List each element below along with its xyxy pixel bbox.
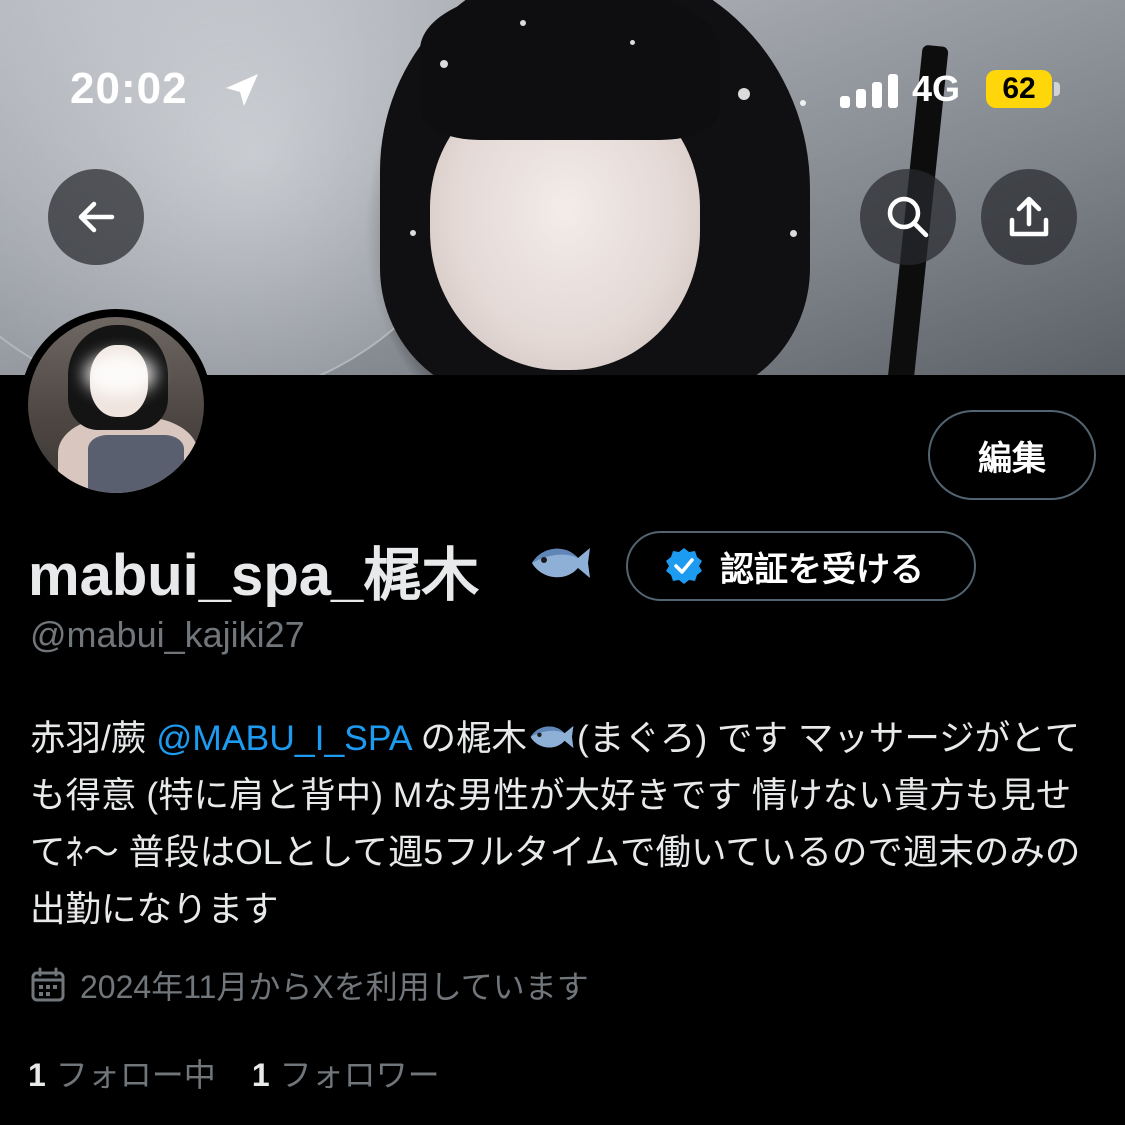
joined-date: 2024年11月からXを利用しています bbox=[30, 962, 589, 1008]
following-count: 1 bbox=[28, 1057, 46, 1093]
edit-profile-button[interactable]: 編集 bbox=[928, 410, 1096, 500]
get-verified-label: 認証を受ける bbox=[720, 550, 924, 589]
status-time: 20:02 bbox=[70, 64, 188, 113]
followers-count: 1 bbox=[251, 1057, 270, 1093]
search-icon bbox=[887, 196, 929, 238]
followers-label: フォロワー bbox=[279, 1057, 440, 1093]
back-button[interactable] bbox=[48, 169, 144, 265]
followers-link[interactable]: 1 フォロワー bbox=[252, 1050, 440, 1096]
user-handle: @mabui_kajiki27 bbox=[30, 614, 305, 655]
fish-emoji-icon bbox=[532, 548, 590, 578]
battery-indicator: 62 bbox=[986, 70, 1062, 108]
calendar-icon bbox=[31, 967, 65, 1002]
display-name: mabui_spa_梶木 bbox=[28, 543, 480, 608]
battery-level: 62 bbox=[986, 70, 1052, 108]
bio-text: の梶木 bbox=[410, 718, 528, 758]
joined-text: 2024年11月からXを利用しています bbox=[80, 969, 589, 1005]
search-button[interactable] bbox=[860, 169, 956, 265]
avatar[interactable] bbox=[20, 309, 212, 501]
signal-bars-icon bbox=[840, 74, 898, 108]
avatar-image bbox=[28, 317, 204, 493]
arrow-left-icon bbox=[78, 201, 115, 233]
following-label: フォロー中 bbox=[55, 1057, 216, 1093]
share-button[interactable] bbox=[981, 169, 1077, 265]
follow-stats: 1 フォロー中 1 フォロワー bbox=[28, 1050, 440, 1096]
profile-bio: 赤羽/蕨 @MABU_I_SPA の梶木 (まぐろ) です マッサージがとても得… bbox=[30, 710, 1090, 938]
following-link[interactable]: 1 フォロー中 bbox=[28, 1050, 216, 1096]
fish-emoji-icon bbox=[530, 725, 574, 749]
battery-tip bbox=[1054, 82, 1060, 96]
status-bar: 20:02 4G 62 bbox=[0, 0, 1125, 130]
network-type: 4G bbox=[912, 68, 961, 109]
bio-text: 赤羽/蕨 bbox=[30, 718, 157, 758]
location-arrow-icon bbox=[226, 74, 258, 106]
get-verified-button[interactable]: 認証を受ける bbox=[626, 531, 976, 601]
bio-mention-link[interactable]: @MABU_I_SPA bbox=[156, 718, 410, 758]
share-icon bbox=[1009, 196, 1049, 237]
verified-badge-icon bbox=[666, 548, 702, 584]
